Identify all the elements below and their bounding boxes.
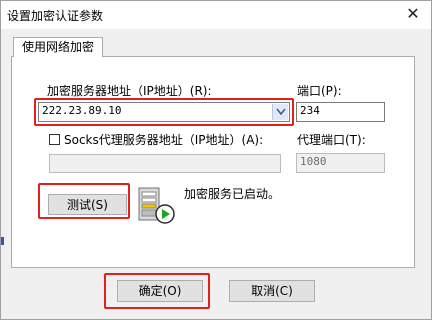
- dialog-title: 设置加密认证参数: [7, 9, 104, 23]
- proxy-port-input[interactable]: 1080: [296, 153, 385, 173]
- title-bar: 设置加密认证参数 ✕: [1, 1, 431, 29]
- proxy-port-label: 代理端口(T):: [297, 133, 366, 147]
- test-highlight-box: [38, 183, 130, 219]
- socks-label: Socks代理服务器地址（IP地址）(A):: [64, 133, 264, 147]
- tab-panel: 加密服务器地址（IP地址）(R): 222.23.89.10 端口(P): 23…: [11, 56, 415, 268]
- status-text: 加密服务已启动。: [184, 187, 281, 201]
- port-input[interactable]: 234: [296, 102, 385, 122]
- port-label: 端口(P):: [297, 84, 342, 98]
- tab-network-encryption[interactable]: 使用网络加密: [13, 37, 103, 57]
- close-icon[interactable]: ✕: [403, 3, 423, 25]
- server-running-icon: [137, 184, 177, 229]
- cancel-button[interactable]: 取消(C): [229, 280, 315, 302]
- background-window-edge: [1, 237, 4, 245]
- ok-highlight-box: [104, 273, 210, 309]
- server-highlight-box: [34, 98, 294, 126]
- socks-address-input[interactable]: [49, 154, 281, 173]
- server-address-label: 加密服务器地址（IP地址）(R):: [47, 84, 212, 98]
- socks-checkbox[interactable]: [49, 134, 60, 145]
- settings-dialog: 设置加密认证参数 ✕ 使用网络加密 加密服务器地址（IP地址）(R): 222.…: [0, 0, 432, 320]
